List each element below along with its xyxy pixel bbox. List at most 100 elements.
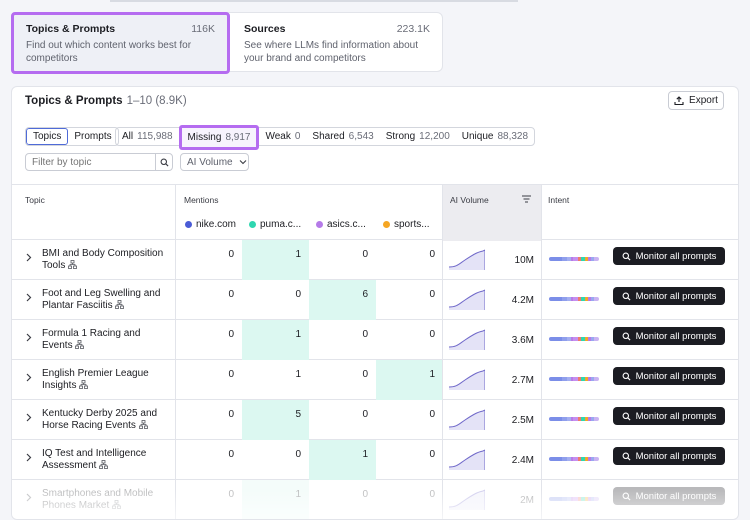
brand-dot	[249, 221, 256, 228]
monitor-prompts-button[interactable]: Monitor all prompts	[613, 407, 725, 425]
mention-count: 0	[228, 249, 234, 260]
monitor-prompts-label: Monitor all prompts	[635, 450, 717, 462]
sort-icon[interactable]	[522, 195, 531, 203]
table-row[interactable]: Kentucky Derby 2025 and Horse Racing Even…	[12, 400, 738, 440]
volume-sparkline	[449, 329, 485, 350]
magnifier-icon	[622, 372, 631, 381]
monitor-prompts-button[interactable]: Monitor all prompts	[613, 367, 725, 385]
filter-label: Unique	[461, 131, 494, 142]
topic-search	[25, 153, 173, 171]
topic-cell[interactable]: IQ Test and Intelligence Assessment	[12, 440, 175, 480]
monitor-prompts-button[interactable]: Monitor all prompts	[613, 327, 725, 345]
header-topic[interactable]: Topic	[25, 195, 45, 205]
ai-volume-header-bg	[442, 185, 541, 241]
filter-count: 12,200	[419, 131, 450, 142]
column-divider	[541, 184, 542, 519]
volume-sparkline	[449, 449, 485, 470]
topic-tree-icon	[115, 299, 125, 309]
mention-count: 5	[242, 400, 309, 440]
volume-sparkline	[449, 249, 485, 270]
filter-label: Shared	[312, 131, 345, 142]
topic-name-cont: Assessment	[42, 459, 97, 471]
monitor-prompts-button[interactable]: Monitor all prompts	[613, 247, 725, 265]
topic-cell[interactable]: BMI and Body Composition Tools	[12, 240, 175, 280]
export-button[interactable]: Export	[668, 91, 724, 110]
intent-bar	[549, 337, 599, 341]
card-title: Topics & Prompts	[26, 23, 116, 35]
column-divider	[175, 184, 176, 519]
magnifier-icon	[622, 292, 631, 301]
header-ai-volume[interactable]: AI Volume	[450, 195, 489, 205]
search-button[interactable]	[155, 154, 172, 170]
monitor-prompts-label: Monitor all prompts	[635, 370, 717, 382]
topic-name: IQ Test and Intelligence	[42, 448, 147, 459]
export-icon	[674, 95, 684, 105]
card-sources[interactable]: Sources 223.1K See where LLMs find infor…	[230, 13, 444, 71]
table-row[interactable]: IQ Test and Intelligence Assessment 00102…	[12, 440, 738, 480]
topic-name: Kentucky Derby 2025 and	[42, 408, 158, 419]
intent-bar	[549, 457, 599, 461]
filter-strong[interactable]: Strong 12,200	[380, 128, 456, 145]
card-description: See where LLMs find information about yo…	[244, 40, 418, 64]
search-icon	[160, 158, 169, 167]
filter-unique[interactable]: Unique 88,328	[456, 128, 534, 145]
filter-count: 8,917	[225, 132, 251, 143]
table-row[interactable]: Foot and Leg Swelling and Plantar Fasciit…	[12, 280, 738, 320]
scroll-fade	[12, 489, 738, 519]
topic-name: BMI and Body Composition	[42, 248, 164, 259]
filter-missing[interactable]: Missing 8,917	[178, 125, 260, 150]
brand-label: puma.c...	[260, 219, 302, 230]
status-filters: All 115,988 Missing 8,917 Weak 0 Shared 6,54…	[115, 125, 536, 150]
brand-label: asics.c...	[327, 219, 366, 230]
mention-count: 0	[228, 289, 234, 300]
mention-count: 0	[429, 329, 435, 340]
magnifier-icon	[622, 252, 631, 261]
topic-name-cont: Plantar Fasciitis	[42, 299, 113, 311]
topic-search-input[interactable]	[26, 154, 155, 170]
card-count: 223.1K	[396, 23, 430, 35]
monitor-prompts-label: Monitor all prompts	[635, 250, 717, 262]
filter-label: Strong	[385, 131, 416, 142]
monitor-prompts-label: Monitor all prompts	[635, 410, 717, 422]
toggle-prompts[interactable]: Prompts	[68, 128, 117, 145]
topic-cell[interactable]: Formula 1 Racing and Events	[12, 320, 175, 360]
monitor-prompts-button[interactable]: Monitor all prompts	[613, 287, 725, 305]
intent-segment	[594, 337, 599, 341]
card-title: Sources	[244, 23, 286, 35]
filter-count: 6,543	[348, 131, 374, 142]
magnifier-icon	[622, 332, 631, 341]
filter-all[interactable]: All 115,988	[116, 128, 179, 145]
brand-dot	[185, 221, 192, 228]
brand-nike: nike.com	[185, 219, 236, 230]
topic-tree-icon	[99, 459, 109, 469]
mention-count: 0	[228, 409, 234, 420]
intent-segment	[549, 257, 562, 261]
filter-weak[interactable]: Weak 0	[259, 128, 306, 145]
intent-bar	[549, 417, 599, 421]
topic-cell[interactable]: Kentucky Derby 2025 and Horse Racing Even…	[12, 400, 175, 440]
table-row[interactable]: English Premier League Insights 0 1 0 1 2.7M M…	[12, 360, 738, 400]
toggle-topics[interactable]: Topics	[26, 128, 69, 145]
brand-asics: asics.c...	[316, 219, 366, 230]
topic-cell[interactable]: English Premier League Insights	[12, 360, 175, 400]
volume-select[interactable]: AI Volume	[180, 153, 249, 171]
panel-title: Topics & Prompts 1–10 (8.9K)	[25, 95, 187, 107]
mention-count: 0	[429, 289, 435, 300]
filter-label: All	[122, 131, 134, 142]
table-row[interactable]: BMI and Body Composition Tools 0 1 0 0 10M Mon…	[12, 240, 738, 280]
card-description: Find out which content works best for co…	[26, 40, 192, 64]
intent-segment	[549, 377, 562, 381]
topic-cell[interactable]: Foot and Leg Swelling and Plantar Fasciit…	[12, 280, 175, 320]
topic-name-cont: Tools	[42, 259, 66, 271]
card-topics-prompts[interactable]: Topics & Prompts 116K Find out which con…	[11, 12, 230, 74]
card-count: 116K	[191, 23, 215, 35]
intent-segment	[594, 297, 599, 301]
filter-count: 115,988	[137, 131, 173, 142]
mention-count: 1	[309, 440, 376, 480]
monitor-prompts-button[interactable]: Monitor all prompts	[613, 447, 725, 465]
filter-label: Weak	[265, 131, 291, 142]
intent-segment	[549, 417, 562, 421]
table-row[interactable]: Formula 1 Racing and Events 0 1 0 0 3.6M Monit…	[12, 320, 738, 360]
brand-puma: puma.c...	[249, 219, 301, 230]
filter-shared[interactable]: Shared 6,543	[306, 128, 379, 145]
